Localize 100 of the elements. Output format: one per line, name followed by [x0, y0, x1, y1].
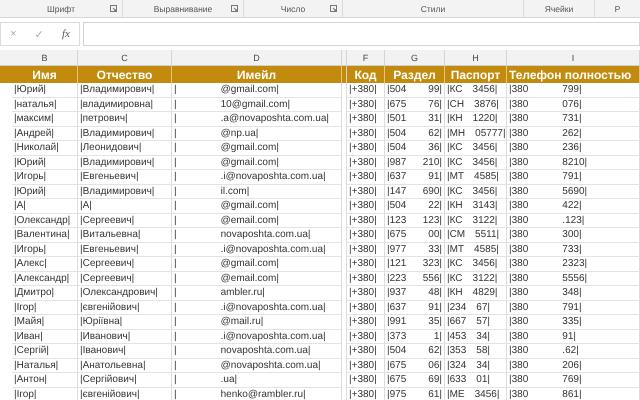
table-cell: |Сергеевич|: [80, 272, 134, 284]
table-cell: @gmail.com|: [220, 156, 279, 168]
table-cell: |Витальевна|: [80, 229, 140, 240]
table-cell: |Александр|: [14, 272, 70, 284]
table-cell: 00|: [428, 229, 442, 240]
table-cell: 3143|: [472, 200, 498, 212]
table-cell: 58|: [476, 345, 490, 356]
table-cell: |Олександрович|: [80, 287, 158, 298]
table-cell: |МТ: [447, 171, 464, 182]
table-cell: |Владимирович|: [80, 186, 154, 197]
table-cell: @novaposhta.com.ua|: [220, 360, 321, 371]
table-cell: |Андрей|: [14, 128, 54, 139]
insert-function-icon[interactable]: fx: [62, 28, 70, 40]
table-cell: @gmail.com|: [220, 200, 279, 212]
table-cell: |Сергеевич|: [80, 258, 134, 270]
ribbon-group-label: Р: [614, 4, 620, 14]
table-cell: |: [174, 84, 177, 96]
table-cell: 123|: [422, 214, 442, 226]
table-cell: |504: [387, 128, 406, 139]
table-cell: 556|: [422, 272, 442, 284]
table-cell: |: [174, 113, 177, 124]
table-cell: |Антон|: [14, 374, 47, 386]
table-cell: |Владимирович|: [80, 156, 154, 168]
table-cell: 236|: [562, 142, 582, 154]
table-cell: 48|: [428, 287, 442, 298]
table-cell: |380: [509, 258, 528, 270]
ribbon-group-label: Шрифт: [47, 4, 75, 14]
table-cell: |Юрий|: [14, 186, 46, 197]
table-cell: |123: [387, 214, 406, 226]
table-cell: novaposhta.com.ua|: [220, 229, 310, 240]
table-cell: @gmail.com|: [220, 258, 279, 270]
table-cell: |Юрий|: [14, 84, 46, 96]
dialog-launcher-icon[interactable]: [110, 5, 117, 12]
table-cell: |Игорь|: [14, 244, 46, 255]
column-letter[interactable]: D: [253, 52, 260, 62]
column-letter[interactable]: F: [362, 52, 368, 62]
table-cell: |: [174, 156, 177, 168]
table-cell: |Ігор|: [14, 302, 37, 313]
table-cell: |СМ: [447, 229, 466, 240]
table-cell: |380: [509, 229, 528, 240]
table-cell: |373: [387, 330, 406, 342]
table-cell: |975: [387, 388, 406, 400]
column-letter[interactable]: B: [41, 52, 48, 62]
table-cell: |Дмитро|: [14, 287, 54, 298]
table-cell: ambler.ru|: [220, 287, 265, 298]
table-cell: |380: [509, 171, 528, 182]
table-cell: |+380|: [349, 302, 377, 313]
formula-input-field[interactable]: [83, 22, 640, 46]
table-cell: |петрович|: [80, 113, 128, 124]
table-cell: |Іванович|: [80, 345, 126, 356]
table-cell: |380: [509, 272, 528, 284]
table-cell: 69|: [428, 374, 442, 386]
table-cell: .i@novaposhta.com.ua|: [220, 244, 326, 255]
table-cell: |: [174, 258, 177, 270]
table-cell: |: [174, 345, 177, 356]
column-letter[interactable]: I: [572, 52, 574, 62]
table-cell: |: [174, 229, 177, 240]
table-cell: henko@rambler.ru|: [220, 388, 306, 400]
table-cell: @gmail.com|: [220, 142, 279, 154]
table-cell: .ua|: [220, 374, 238, 386]
table-cell: |: [174, 142, 177, 154]
table-cell: 99|: [428, 84, 442, 96]
table-cell: 3456|: [472, 156, 498, 168]
table-cell: |: [174, 302, 177, 313]
column-heading: Раздел: [393, 68, 436, 82]
table-cell: |: [174, 244, 177, 255]
table-cell: |+380|: [349, 229, 377, 240]
table-cell: |380: [509, 98, 528, 110]
dialog-launcher-icon[interactable]: [231, 5, 238, 12]
table-cell: |КС: [447, 272, 463, 284]
table-cell: |380: [509, 360, 528, 371]
table-cell: |+380|: [349, 84, 377, 96]
table-cell: |501: [387, 113, 406, 124]
table-cell: |380: [509, 113, 528, 124]
table-cell: |КС: [447, 258, 463, 270]
column-letter[interactable]: G: [410, 52, 418, 62]
table-cell: |Алекс|: [14, 258, 47, 270]
table-cell: 3456|: [472, 186, 498, 197]
table-cell: 36|: [428, 142, 442, 154]
table-cell: |353: [447, 345, 466, 356]
table-cell: |КС: [447, 186, 463, 197]
dialog-launcher-icon[interactable]: [330, 5, 337, 12]
column-letter[interactable]: H: [472, 52, 479, 62]
table-cell: |675: [387, 374, 406, 386]
table-cell: |234: [447, 302, 466, 313]
table-cell: 769|: [562, 374, 582, 386]
table-cell: 62|: [428, 345, 442, 356]
table-cell: |А|: [14, 200, 26, 212]
table-cell: |: [174, 128, 177, 139]
table-cell: |Юріївна|: [80, 316, 122, 328]
table-cell: |+380|: [349, 272, 377, 284]
table-cell: .123|: [562, 214, 584, 226]
column-heading: Имя: [32, 68, 57, 82]
table-cell: |991: [387, 316, 406, 328]
table-cell: 76|: [428, 98, 442, 110]
table-cell: |+380|: [349, 388, 377, 400]
column-letter[interactable]: C: [121, 52, 128, 62]
table-cell: |+380|: [349, 316, 377, 328]
table-cell: |Олександр|: [14, 214, 70, 226]
table-cell: 210|: [422, 156, 442, 168]
